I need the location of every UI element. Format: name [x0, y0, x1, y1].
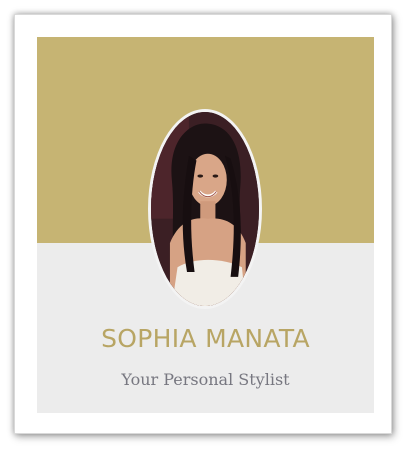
- profile-name: SOPHIA MANATA: [101, 324, 310, 353]
- profile-photo: [148, 109, 262, 309]
- profile-card-frame: SOPHIA MANATA Your Personal Stylist: [14, 14, 392, 434]
- portrait-illustration: [151, 112, 259, 306]
- profile-card: SOPHIA MANATA Your Personal Stylist: [37, 37, 374, 413]
- profile-tagline: Your Personal Stylist: [121, 370, 290, 389]
